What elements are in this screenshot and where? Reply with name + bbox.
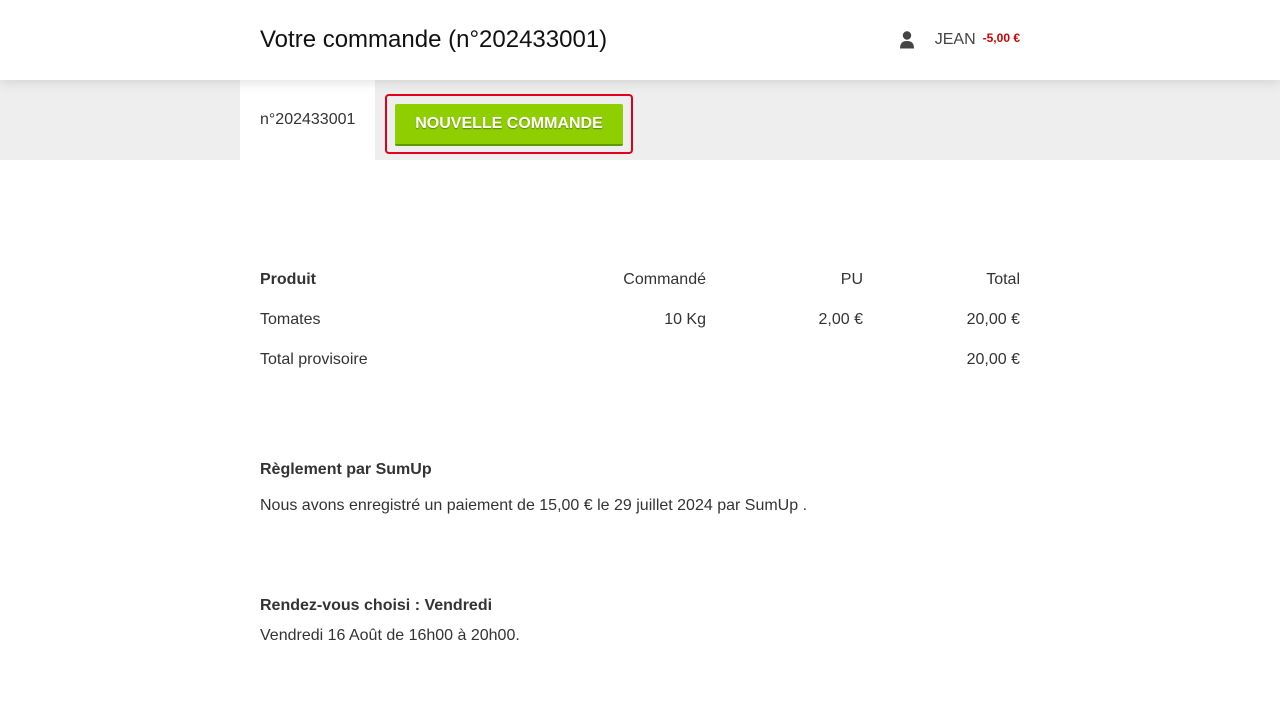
header-total: Total (986, 271, 1020, 288)
subtotal-value: 20,00 € (966, 351, 1020, 368)
user-menu[interactable]: JEAN -5,00 € (899, 28, 1020, 52)
tab-current-order[interactable]: n°202433001 (240, 80, 375, 160)
payment-text: Nous avons enregistré un paiement de 15,… (260, 497, 808, 514)
subtotal-empty-qty (560, 340, 706, 380)
order-tabbar: n°202433001 NOUVELLE COMMANDE (0, 80, 1280, 160)
row-unit-price: 2,00 € (818, 311, 863, 328)
subtotal-empty-pu (706, 340, 863, 380)
row-total: 20,00 € (966, 311, 1020, 328)
table-row: Tomates 10 Kg 2,00 € 20,00 € (260, 300, 1020, 340)
user-name[interactable]: JEAN (935, 28, 976, 52)
row-product: Tomates (260, 311, 321, 328)
subtotal-label: Total provisoire (260, 351, 368, 368)
user-icon (899, 31, 914, 49)
new-order-button[interactable]: NOUVELLE COMMANDE (395, 104, 623, 146)
order-table: Produit Commandé PU Total Tomates 10 Kg … (260, 260, 1020, 380)
table-header-row: Produit Commandé PU Total (260, 260, 1020, 300)
account-balance: -5,00 € (982, 31, 1020, 45)
appointment-title: Rendez-vous choisi : Vendredi (260, 597, 493, 614)
payment-title: Règlement par SumUp (260, 461, 432, 478)
page-title: Votre commande (n°202433001) (260, 26, 608, 53)
subtotal-row: Total provisoire 20,00 € (260, 340, 1020, 380)
row-ordered: 10 Kg (664, 311, 706, 328)
header-product: Produit (260, 271, 316, 288)
top-header: Votre commande (n°202433001) JEAN -5,00 … (0, 0, 1280, 80)
header-unit-price: PU (840, 271, 863, 288)
appointment-text: Vendredi 16 Août de 16h00 à 20h00. (260, 627, 520, 644)
header-ordered: Commandé (623, 271, 706, 288)
tab-current-order-label: n°202433001 (260, 111, 356, 128)
